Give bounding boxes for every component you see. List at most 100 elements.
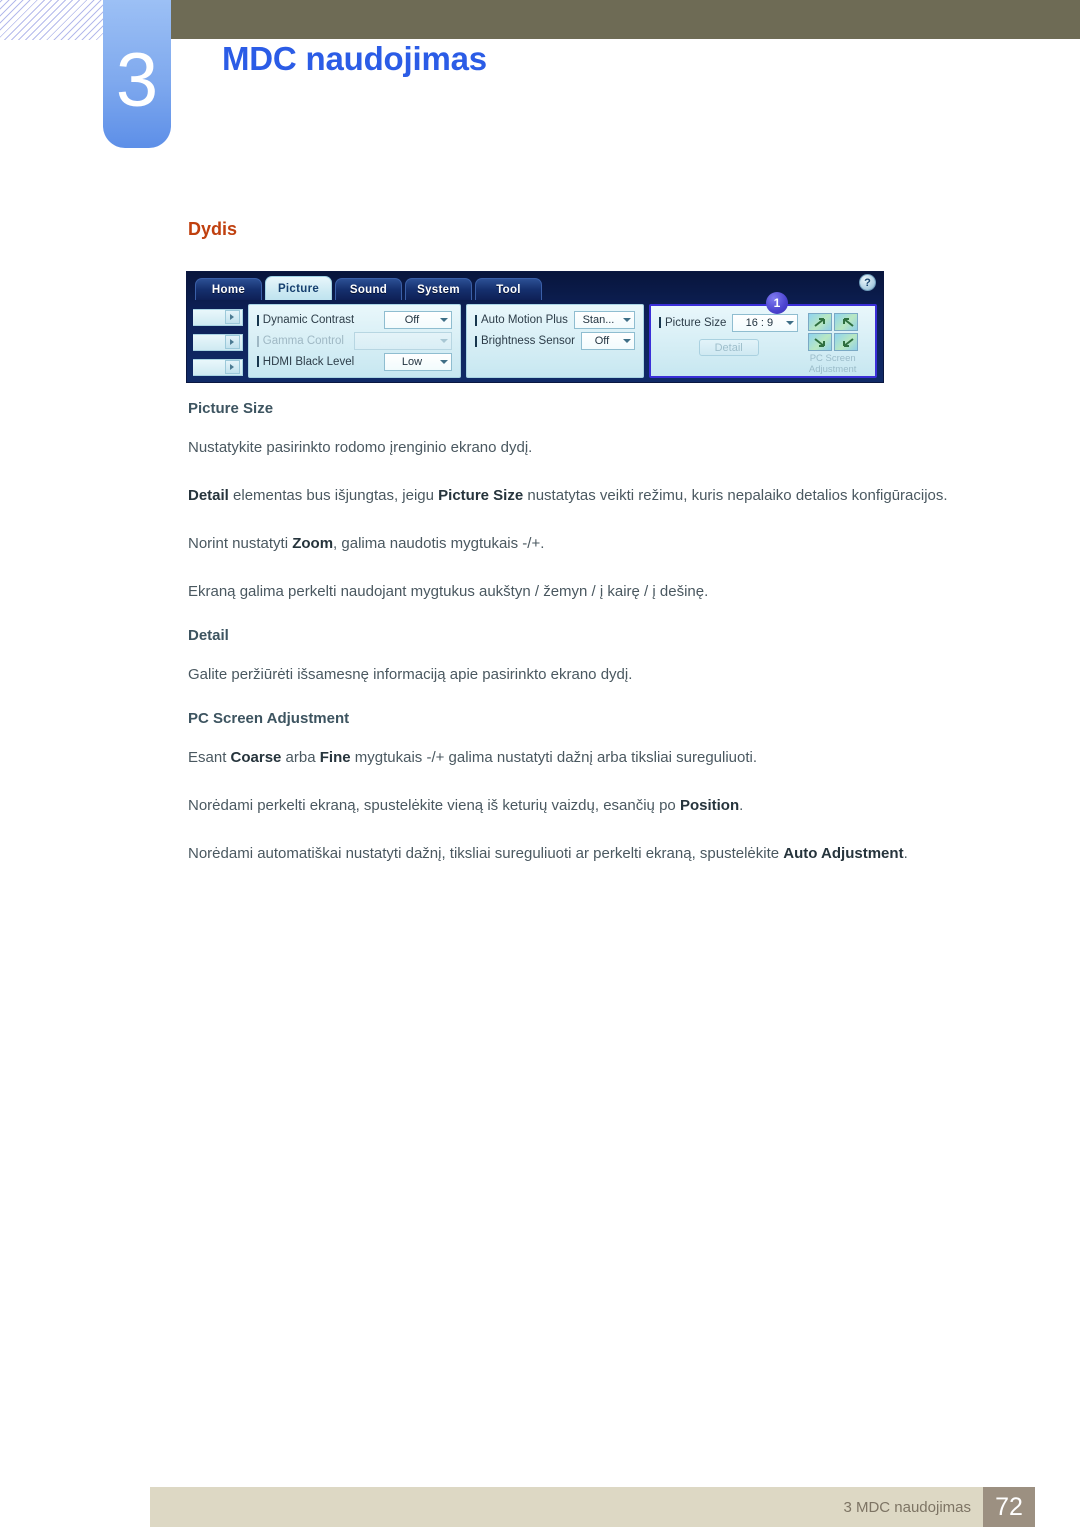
control-dynamic-contrast: Dynamic Contrast Off — [257, 310, 452, 331]
gamma-control-dropdown — [354, 332, 452, 350]
arrow-right-icon[interactable] — [224, 360, 240, 374]
paragraph-picture-size-desc: Nustatykite pasirinkto rodomo įrenginio … — [188, 435, 978, 461]
pcsa-label-line1: PC Screen — [809, 353, 856, 364]
control-label: HDMI Black Level — [257, 356, 354, 368]
text-bold-detail: Detail — [188, 487, 229, 504]
text-bold-fine: Fine — [319, 749, 351, 766]
text-run: Norėdami perkelti ekraną, spustelėkite v… — [188, 797, 680, 814]
subheading-detail: Detail — [188, 627, 229, 644]
footer-bar: 3 MDC naudojimas 72 — [150, 1487, 1035, 1527]
tab-tool[interactable]: Tool — [475, 278, 542, 300]
page-number: 72 — [983, 1487, 1035, 1527]
section-heading: Dydis — [188, 219, 238, 239]
paragraph-detail-desc: Galite peržiūrėti išsamesnę informaciją … — [188, 662, 978, 688]
pc-screen-adjustment-control[interactable]: PC Screen Adjustment — [798, 312, 867, 375]
text-run: nustatytas veikti režimu, kuris nepalaik… — [523, 487, 948, 504]
brightness-sensor-dropdown[interactable]: Off — [580, 332, 635, 350]
arrow-up-left-icon[interactable] — [807, 313, 832, 331]
mdc-panel-row: Dynamic Contrast Off Gamma Control HDMI … — [187, 292, 883, 384]
text-run: Nustatykite pasirinkto rodomo įrenginio … — [188, 439, 533, 456]
text-run: Esant — [188, 749, 231, 766]
mdc-panel-column-a: Dynamic Contrast Off Gamma Control HDMI … — [247, 304, 461, 378]
pc-screen-adjustment-label: PC Screen Adjustment — [809, 353, 857, 375]
cutoff-row — [193, 358, 243, 376]
text-bold-coarse: Coarse — [230, 749, 282, 766]
paragraph-detail-disabled-note: Detail elementas bus išjungtas, jeigu Pi… — [188, 483, 978, 509]
mdc-panel-column-c-highlighted: 1 Picture Size 16 : 9 Detail PC Screen A… — [649, 292, 877, 378]
header-olive-bar — [104, 0, 1080, 39]
text-run: mygtukais -/+ galima nustatyti dažnį arb… — [350, 749, 758, 766]
help-icon[interactable]: ? — [859, 274, 876, 291]
tab-system[interactable]: System — [405, 278, 472, 300]
chapter-number: 3 — [115, 38, 159, 123]
text-bold-zoom: Zoom — [292, 535, 334, 552]
footer-text: 3 MDC naudojimas — [843, 1498, 971, 1516]
text-run: . — [903, 845, 908, 862]
text-run: arba — [281, 749, 320, 766]
chevron-down-icon — [440, 339, 448, 343]
text-run: Ekraną galima perkelti naudojant mygtuku… — [188, 583, 709, 600]
mdc-panel-column-b: Auto Motion Plus Stan... Brightness Sens… — [466, 304, 644, 378]
control-label: Dynamic Contrast — [257, 314, 354, 326]
chevron-down-icon — [623, 318, 631, 323]
control-label: Brightness Sensor — [475, 335, 575, 347]
picture-size-dropdown[interactable]: 16 : 9 — [732, 313, 799, 332]
arrow-up-right-icon[interactable] — [833, 313, 858, 331]
control-label: Picture Size — [659, 317, 726, 329]
arrow-right-icon[interactable] — [224, 310, 240, 324]
detail-button: Detail — [698, 339, 759, 356]
dropdown-value: Stan... — [582, 314, 615, 327]
tab-picture[interactable]: Picture — [265, 276, 332, 300]
cutoff-row — [193, 333, 243, 351]
subheading-picture-size: Picture Size — [188, 400, 274, 417]
text-bold-auto-adjustment: Auto Adjustment — [783, 845, 904, 862]
tab-sound[interactable]: Sound — [335, 278, 402, 300]
text-run: . — [739, 797, 744, 814]
subheading-pc-screen-adjustment: PC Screen Adjustment — [188, 710, 350, 727]
paragraph-coarse-fine: Esant Coarse arba Fine mygtukais -/+ gal… — [188, 745, 978, 771]
auto-motion-plus-dropdown[interactable]: Stan... — [573, 311, 635, 330]
arrow-down-left-icon[interactable] — [807, 333, 832, 351]
control-brightness-sensor: Brightness Sensor Off — [475, 331, 635, 352]
body-content: Picture Size Nustatykite pasirinkto rodo… — [188, 400, 988, 889]
text-bold-position: Position — [679, 797, 740, 814]
paragraph-move-screen-note: Ekraną galima perkelti naudojant mygtuku… — [188, 579, 978, 605]
paragraph-auto-adjustment: Norėdami automatiškai nustatyti dažnį, t… — [188, 841, 978, 867]
text-run: Norėdami automatiškai nustatyti dažnį, t… — [188, 845, 784, 862]
paragraph-position: Norėdami perkelti ekraną, spustelėkite v… — [188, 793, 978, 819]
tab-home[interactable]: Home — [195, 278, 262, 300]
hdmi-black-level-dropdown[interactable]: Low — [384, 352, 452, 371]
dropdown-value: Off — [594, 335, 610, 347]
chevron-down-icon — [440, 359, 448, 364]
callout-badge-1: 1 — [766, 292, 788, 314]
text-run: elementas bus išjungtas, jeigu — [228, 487, 439, 504]
text-run: Norint nustatyti — [188, 535, 293, 552]
text-run: , galima naudotis mygtukais -/+. — [333, 535, 545, 552]
arrow-right-icon[interactable] — [224, 335, 240, 349]
position-arrows-grid[interactable] — [807, 313, 858, 351]
mdc-left-cutoff-strip — [193, 304, 243, 378]
chevron-down-icon — [623, 339, 631, 343]
page-title: MDC naudojimas — [222, 40, 487, 77]
chevron-down-icon — [440, 318, 448, 323]
pcsa-label-line2: Adjustment — [808, 364, 857, 375]
control-picture-size: Picture Size 16 : 9 — [659, 312, 799, 333]
header-hatch-decoration — [0, 0, 104, 40]
control-gamma-control: Gamma Control — [257, 331, 452, 352]
chevron-down-icon — [786, 320, 795, 325]
dropdown-value: Off — [404, 314, 420, 327]
text-run: Galite peržiūrėti išsamesnę informaciją … — [188, 666, 633, 683]
dynamic-contrast-dropdown[interactable]: Off — [384, 311, 452, 330]
chapter-number-tab: 3 — [103, 0, 171, 148]
control-label: Auto Motion Plus — [475, 314, 568, 326]
dropdown-value: 16 : 9 — [745, 316, 774, 329]
control-label: Gamma Control — [257, 335, 344, 347]
cutoff-row — [193, 308, 243, 326]
text-bold-picture-size: Picture Size — [438, 487, 524, 504]
control-hdmi-black-level: HDMI Black Level Low — [257, 351, 452, 372]
arrow-down-right-icon[interactable] — [833, 333, 858, 351]
control-auto-motion-plus: Auto Motion Plus Stan... — [475, 310, 635, 331]
dropdown-value: Low — [401, 355, 423, 368]
mdc-app-screenshot: Home Picture Sound System Tool ? Dynamic… — [186, 271, 884, 383]
paragraph-zoom-note: Norint nustatyti Zoom, galima naudotis m… — [188, 531, 978, 557]
